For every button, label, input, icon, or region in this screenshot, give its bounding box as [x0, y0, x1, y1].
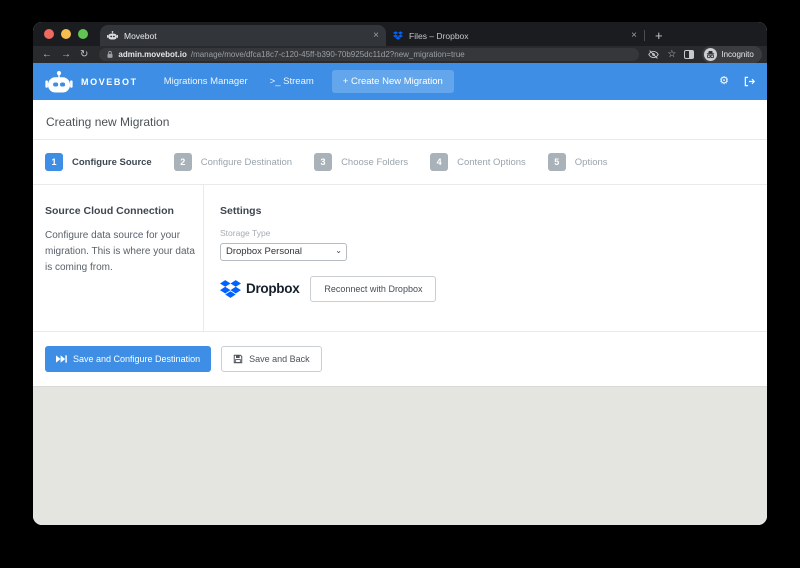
tab-close-icon[interactable]: ×	[373, 31, 379, 41]
brand[interactable]: MOVEBOT	[45, 71, 138, 93]
step-label: Options	[575, 157, 608, 168]
button-label: Save and Configure Destination	[73, 354, 200, 364]
address-bar[interactable]: admin.movebot.io/manage/move/dfca18c7-c1…	[99, 48, 639, 61]
vertical-divider	[203, 185, 204, 331]
url-domain: admin.movebot.io	[118, 50, 186, 59]
close-window-button[interactable]	[44, 29, 54, 39]
step-content-options[interactable]: 4 Content Options	[430, 153, 526, 171]
incognito-badge[interactable]: Incognito	[702, 46, 761, 63]
browser-toolbar: ← → ↻ admin.movebot.io/manage/move/dfca1…	[33, 46, 767, 63]
back-icon[interactable]: ←	[42, 50, 52, 60]
traffic-lights	[44, 29, 88, 39]
step-configure-destination[interactable]: 2 Configure Destination	[174, 153, 292, 171]
side-panel-icon[interactable]	[684, 50, 694, 59]
button-label: Save and Back	[249, 354, 310, 364]
incognito-avatar-icon	[704, 48, 717, 61]
movebot-favicon	[107, 31, 118, 40]
source-panel: Source Cloud Connection Configure data s…	[33, 185, 767, 331]
storage-type-label: Storage Type	[220, 228, 436, 238]
step-number: 1	[45, 153, 63, 171]
source-connection-title: Source Cloud Connection	[45, 205, 203, 217]
settings-gear-icon[interactable]: ⚙	[719, 76, 729, 87]
zoom-window-button[interactable]	[78, 29, 88, 39]
tab-dropbox[interactable]: Files – Dropbox ×	[386, 25, 644, 46]
save-icon	[233, 354, 243, 364]
step-label: Choose Folders	[341, 157, 408, 168]
page-content: Creating new Migration 1 Configure Sourc…	[33, 100, 767, 386]
step-number: 5	[548, 153, 566, 171]
dropbox-wordmark: Dropbox	[246, 281, 299, 296]
save-and-back-button[interactable]: Save and Back	[221, 346, 322, 372]
fast-forward-icon	[56, 355, 67, 363]
tab-strip: Movebot × Files – Dropbox × +	[33, 22, 767, 46]
settings-title: Settings	[220, 205, 436, 217]
browser-window: Movebot × Files – Dropbox × + ← → ↻ admi…	[33, 22, 767, 525]
step-label: Content Options	[457, 157, 526, 168]
step-label: Configure Source	[72, 157, 152, 168]
brand-name: MOVEBOT	[81, 77, 138, 87]
movebot-logo-icon	[45, 71, 73, 93]
dropbox-glyph-icon	[220, 280, 241, 298]
minimize-window-button[interactable]	[61, 29, 71, 39]
tab-title: Movebot	[124, 31, 157, 41]
app-header: MOVEBOT Migrations Manager >_ Stream + C…	[33, 63, 767, 100]
tab-separator	[644, 30, 645, 41]
step-label: Configure Destination	[201, 157, 292, 168]
step-number: 3	[314, 153, 332, 171]
nav-migrations-manager[interactable]: Migrations Manager	[164, 76, 248, 87]
url-path: /manage/move/dfca18c7-c120-45ff-b390-70b…	[191, 50, 465, 59]
new-tab-button[interactable]: +	[655, 28, 663, 43]
bookmark-star-icon[interactable]: ☆	[667, 50, 676, 60]
forward-icon[interactable]: →	[61, 50, 71, 60]
page-title: Creating new Migration	[33, 100, 767, 139]
storage-type-select[interactable]: Dropbox Personal	[220, 243, 347, 261]
reconnect-dropbox-button[interactable]: Reconnect with Dropbox	[310, 276, 436, 302]
create-new-migration-button[interactable]: + Create New Migration	[332, 70, 454, 93]
tab-movebot[interactable]: Movebot ×	[100, 25, 386, 46]
app-nav: Migrations Manager >_ Stream	[164, 76, 314, 87]
reload-icon[interactable]: ↻	[80, 50, 88, 60]
wizard-steps: 1 Configure Source 2 Configure Destinati…	[33, 140, 767, 185]
lock-icon	[106, 50, 114, 59]
eye-blocked-icon[interactable]	[648, 50, 659, 59]
tab-title: Files – Dropbox	[409, 31, 469, 41]
nav-stream[interactable]: >_ Stream	[270, 76, 314, 87]
dropbox-favicon	[393, 31, 403, 40]
page-background-area	[33, 386, 767, 525]
step-number: 2	[174, 153, 192, 171]
step-configure-source[interactable]: 1 Configure Source	[45, 153, 152, 171]
dropbox-logo: Dropbox	[220, 280, 299, 298]
step-number: 4	[430, 153, 448, 171]
action-footer: Save and Configure Destination Save and …	[33, 331, 767, 386]
step-options[interactable]: 5 Options	[548, 153, 608, 171]
incognito-label: Incognito	[721, 50, 753, 59]
tab-close-icon[interactable]: ×	[631, 31, 637, 41]
save-and-configure-destination-button[interactable]: Save and Configure Destination	[45, 346, 211, 372]
step-choose-folders[interactable]: 3 Choose Folders	[314, 153, 408, 171]
source-connection-description: Configure data source for your migration…	[45, 228, 195, 276]
logout-icon[interactable]	[743, 76, 755, 87]
